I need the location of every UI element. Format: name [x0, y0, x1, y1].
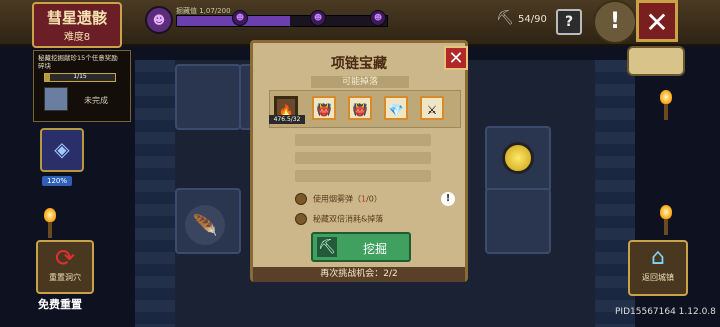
empty-row — [295, 134, 431, 146]
torch-icon — [660, 90, 672, 120]
empty-row — [295, 152, 431, 164]
dungeon-tile[interactable] — [175, 64, 241, 130]
dig-label: 挖掘 — [363, 242, 388, 256]
dig-progress-bar — [176, 15, 388, 27]
torch-icon — [44, 208, 56, 238]
demon-marker-icon: ☻ — [310, 10, 326, 26]
gem-buff-icon[interactable]: ◈ — [40, 128, 84, 172]
return-town-button[interactable]: ⌂ 返回城镇 — [628, 240, 688, 296]
free-reset-label: 免费重置 — [38, 298, 82, 311]
reset-cave-label: 重置洞穴 — [49, 273, 81, 282]
empty-row — [295, 170, 431, 182]
stage-name: 彗星遗骸 — [46, 9, 107, 27]
stage-badge[interactable]: 彗星遗骸 难度8 — [32, 2, 122, 48]
stage-difficulty: 难度8 — [63, 32, 91, 43]
dungeon-wall-left — [135, 60, 175, 327]
boss-demon-icon: ☻ — [145, 6, 173, 34]
portal-icon: ⌂ — [651, 245, 665, 270]
drop-item-5[interactable]: ⚔ — [420, 96, 444, 120]
gem-buff-percent: 120% — [42, 176, 72, 186]
feather-item-icon[interactable]: 🪶 — [185, 205, 225, 245]
drop-item-2[interactable]: 👹 — [312, 96, 336, 120]
exit-button[interactable]: ✕ — [636, 0, 678, 42]
alert-button[interactable]: ! — [593, 0, 637, 44]
quest-panel[interactable]: 秘藏挖掘献珍15个任意奖励 碎块 1/15 未完成 — [33, 50, 131, 122]
player-id-version: PID15567164 1.12.0.8 — [615, 307, 716, 317]
treasure-chest-icon — [44, 87, 68, 111]
double-cost-option[interactable]: 秘藏双倍消耗&掉落 — [295, 213, 383, 225]
quest-progress-text: 1/15 — [73, 73, 87, 80]
modal-close-button[interactable]: ✕ — [444, 46, 468, 70]
drops-label: 可能掉落 — [311, 76, 409, 88]
smoke-bomb-radio[interactable] — [295, 193, 307, 205]
dig-button[interactable]: ⛏ 挖掘 — [311, 232, 411, 262]
double-cost-radio[interactable] — [295, 213, 307, 225]
reset-cave-button[interactable]: ⟳ 重置洞穴 — [36, 240, 94, 294]
golden-orb-icon[interactable] — [502, 142, 534, 174]
smoke-bomb-option[interactable]: 使用烟雾弹（1/0） — [295, 193, 382, 205]
drop-item-4[interactable]: 💎 — [384, 96, 408, 120]
quest-progress-bar: 1/15 — [44, 73, 116, 82]
help-button[interactable]: ? — [556, 9, 582, 35]
return-town-label: 返回城镇 — [642, 273, 674, 282]
stamina-count: 54/90 — [518, 14, 547, 25]
demon-marker-icon: ☻ — [370, 10, 386, 26]
dungeon-tile[interactable] — [485, 188, 551, 254]
modal-title: 项链宝藏 — [331, 56, 387, 72]
refresh-icon: ⟳ — [54, 244, 76, 272]
drop-item-1-count: 476.5/32 — [269, 115, 305, 124]
demon-marker-icon: ☻ — [232, 10, 248, 26]
pickaxe-icon: ⛏ — [317, 237, 337, 257]
retry-chances: 再次挑战机会：2/2 — [253, 267, 465, 282]
quest-description: 秘藏挖掘献珍15个任意奖励 碎块 — [38, 54, 118, 70]
quest-status: 未完成 — [84, 96, 108, 105]
drop-item-3[interactable]: 👹 — [348, 96, 372, 120]
scroll-map-icon[interactable] — [627, 46, 685, 76]
pickaxe-icon: ⛏ — [496, 10, 514, 26]
torch-icon — [660, 205, 672, 235]
treasure-modal: 项链宝藏 ✕ 可能掉落 🔥 👹 👹 💎 ⚔ 476.5/32 使用烟雾弹（1/0… — [250, 40, 468, 282]
info-icon[interactable]: ! — [441, 192, 455, 206]
